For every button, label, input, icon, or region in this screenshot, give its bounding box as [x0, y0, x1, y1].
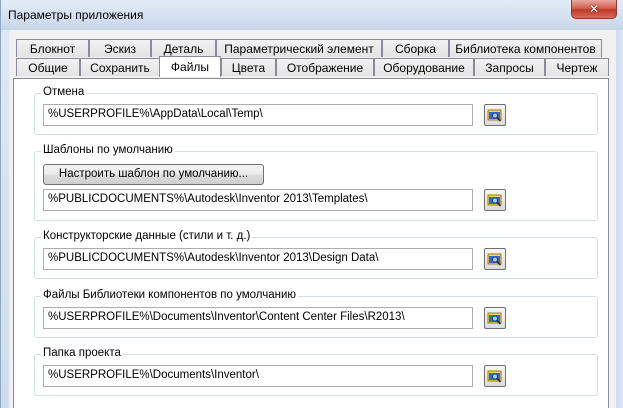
- browse-folder-icon: [487, 109, 502, 122]
- design-data-path-field[interactable]: %PUBLICDOCUMENTS%\Autodesk\Inventor 2013…: [43, 248, 473, 270]
- project-browse-button[interactable]: [484, 365, 506, 387]
- tab-colors[interactable]: Цвета: [221, 58, 276, 76]
- tab-save[interactable]: Сохранить: [80, 58, 160, 76]
- project-folder-group: Папка проекта %USERPROFILE%\Documents\In…: [34, 347, 598, 396]
- templates-browse-button[interactable]: [484, 189, 506, 211]
- tab-iparts-ifeatures[interactable]: Параметрический элемент: [216, 39, 382, 57]
- project-folder-group-label: Папка проекта: [41, 347, 123, 359]
- close-button[interactable]: ✕: [571, 0, 617, 19]
- window-right-frame: [616, 30, 623, 408]
- tab-prompts[interactable]: Запросы: [474, 58, 545, 76]
- templates-group-label: Шаблоны по умолчанию: [41, 144, 175, 156]
- content-center-browse-button[interactable]: [484, 307, 506, 329]
- undo-group: Отмена %USERPROFILE%\AppData\Local\Temp\: [34, 86, 598, 135]
- title-bar[interactable]: Параметры приложения ✕: [1, 0, 623, 30]
- design-data-browse-button[interactable]: [484, 248, 506, 270]
- files-tab-panel: Отмена %USERPROFILE%\AppData\Local\Temp\…: [13, 78, 609, 408]
- tab-hardware[interactable]: Оборудование: [374, 58, 474, 76]
- tab-notebook[interactable]: Блокнот: [16, 39, 89, 57]
- close-icon: ✕: [588, 2, 600, 16]
- tab-content-center[interactable]: Библиотека компонентов: [449, 39, 602, 57]
- browse-folder-icon: [487, 370, 502, 383]
- tab-sketch[interactable]: Эскиз: [89, 39, 151, 57]
- undo-browse-button[interactable]: [484, 104, 506, 126]
- browse-folder-icon: [487, 194, 502, 207]
- tab-drawing[interactable]: Чертеж: [545, 58, 609, 76]
- tab-display[interactable]: Отображение: [276, 58, 374, 76]
- undo-path-field[interactable]: %USERPROFILE%\AppData\Local\Temp\: [43, 104, 473, 126]
- undo-group-label: Отмена: [41, 86, 87, 98]
- content-center-path-field[interactable]: %USERPROFILE%\Documents\Inventor\Content…: [43, 307, 473, 329]
- tab-part[interactable]: Деталь: [151, 39, 216, 57]
- browse-folder-icon: [487, 253, 502, 266]
- browse-folder-icon: [487, 312, 502, 325]
- dialog-client-area: Блокнот Эскиз Деталь Параметрический эле…: [9, 30, 616, 408]
- project-path-field[interactable]: %USERPROFILE%\Documents\Inventor\: [43, 365, 473, 387]
- tab-assembly[interactable]: Сборка: [382, 39, 449, 57]
- content-center-group: Файлы Библиотеки компонентов по умолчани…: [34, 289, 598, 338]
- tab-general[interactable]: Общие: [16, 58, 80, 76]
- window-title: Параметры приложения: [8, 8, 144, 22]
- templates-group: Шаблоны по умолчанию Настроить шаблон по…: [34, 144, 598, 221]
- configure-default-template-button[interactable]: Настроить шаблон по умолчанию...: [43, 164, 264, 185]
- design-data-group: Конструкторские данные (стили и т. д.) %…: [34, 230, 598, 279]
- tab-files[interactable]: Файлы: [159, 56, 221, 77]
- content-center-group-label: Файлы Библиотеки компонентов по умолчани…: [41, 289, 298, 301]
- templates-path-field[interactable]: %PUBLICDOCUMENTS%\Autodesk\Inventor 2013…: [43, 189, 473, 211]
- application-options-window: Параметры приложения ✕ Блокнот Эскиз Дет…: [0, 0, 623, 408]
- design-data-group-label: Конструкторские данные (стили и т. д.): [41, 230, 253, 242]
